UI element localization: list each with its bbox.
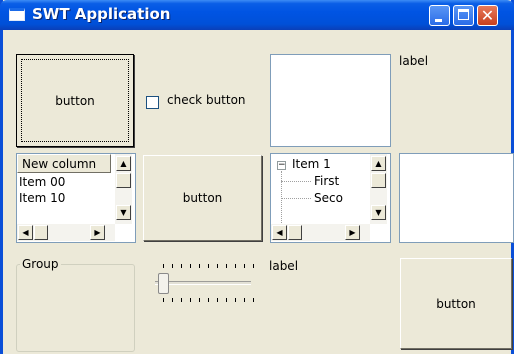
scroll-left-icon[interactable]: ◀: [18, 225, 33, 240]
scroll-right-icon[interactable]: ▶: [345, 225, 360, 240]
title-bar[interactable]: SWT Application ✕: [0, 0, 514, 30]
group-box: [16, 264, 135, 352]
group-label: Group: [20, 257, 61, 271]
slider-tick: [253, 298, 254, 302]
scroll-right-icon[interactable]: ▶: [90, 225, 105, 240]
check-button-box[interactable]: [146, 96, 159, 109]
scroll-thumb[interactable]: [116, 173, 131, 188]
scroll-thumb[interactable]: [34, 225, 48, 240]
slider-tick: [217, 264, 218, 268]
minimize-button[interactable]: [429, 5, 450, 26]
slider-tick: [172, 298, 173, 302]
button-row2-label: button: [182, 191, 223, 205]
scroll-down-icon[interactable]: ▼: [371, 205, 386, 220]
slider-tick: [199, 264, 200, 268]
window-title: SWT Application: [32, 5, 171, 23]
application-window: SWT Application ✕ button check button la…: [0, 0, 514, 354]
scroll-up-icon[interactable]: ▲: [371, 156, 386, 171]
button-row1[interactable]: button: [16, 54, 134, 147]
slider-tick: [208, 298, 209, 302]
tree-horizontal-scrollbar[interactable]: ◀ ▶: [271, 224, 370, 241]
table-column-header[interactable]: New column: [17, 154, 111, 173]
slider-track: [155, 281, 251, 285]
table-horizontal-scrollbar[interactable]: ◀ ▶: [17, 224, 115, 241]
tree-collapse-icon[interactable]: −: [277, 161, 286, 170]
table-row[interactable]: Item 00: [19, 175, 65, 189]
slider-thumb[interactable]: [158, 273, 169, 294]
tree-item-child[interactable]: First: [314, 174, 339, 188]
slider-tick: [244, 298, 245, 302]
focus-rectangle: [21, 59, 129, 142]
scroll-thumb[interactable]: [288, 225, 302, 240]
scroll-down-icon[interactable]: ▼: [116, 205, 131, 220]
tree-connector-line: [281, 171, 282, 231]
label-row3: label: [269, 259, 299, 273]
slider-tick: [253, 264, 254, 268]
slider-tick: [190, 298, 191, 302]
scroll-thumb[interactable]: [371, 173, 386, 188]
tree-item-child[interactable]: Seco: [314, 191, 343, 205]
table[interactable]: New column Item 00 Item 10 ▲ ▼ ◀ ▶: [16, 153, 136, 243]
slider-tick: [235, 264, 236, 268]
slider-tick: [235, 298, 236, 302]
label-row1: label: [399, 54, 429, 68]
slider-tick: [181, 264, 182, 268]
button-row3-label: button: [436, 296, 476, 311]
slider-tick: [244, 264, 245, 268]
tree-connector-line: [281, 198, 311, 199]
close-icon: ✕: [480, 6, 495, 25]
table-row[interactable]: Item 10: [19, 191, 65, 205]
slider-tick: [226, 298, 227, 302]
slider-tick: [163, 264, 164, 268]
tree[interactable]: − Item 1 First Seco ▲ ▼ ◀ ▶: [270, 153, 391, 243]
scroll-up-icon[interactable]: ▲: [116, 156, 131, 171]
text-area-row1[interactable]: [270, 54, 391, 147]
maximize-button[interactable]: [453, 5, 474, 26]
slider-tick: [217, 298, 218, 302]
table-vertical-scrollbar[interactable]: ▲ ▼: [115, 154, 132, 224]
scroll-left-icon[interactable]: ◀: [272, 225, 287, 240]
slider-tick: [172, 264, 173, 268]
window-app-icon[interactable]: [9, 8, 25, 21]
slider-tick: [199, 298, 200, 302]
button-row3[interactable]: button: [400, 258, 512, 349]
button-row2[interactable]: button: [143, 155, 262, 241]
slider[interactable]: [153, 258, 254, 308]
check-button-label[interactable]: check button: [167, 93, 246, 107]
slider-tick: [226, 264, 227, 268]
text-area-row2[interactable]: [399, 153, 514, 243]
tree-item-root[interactable]: Item 1: [292, 157, 331, 171]
slider-tick: [190, 264, 191, 268]
slider-tick: [181, 298, 182, 302]
close-button[interactable]: ✕: [477, 5, 498, 26]
tree-vertical-scrollbar[interactable]: ▲ ▼: [370, 154, 387, 224]
tree-connector-line: [281, 181, 311, 182]
slider-tick: [163, 298, 164, 302]
slider-tick: [208, 264, 209, 268]
